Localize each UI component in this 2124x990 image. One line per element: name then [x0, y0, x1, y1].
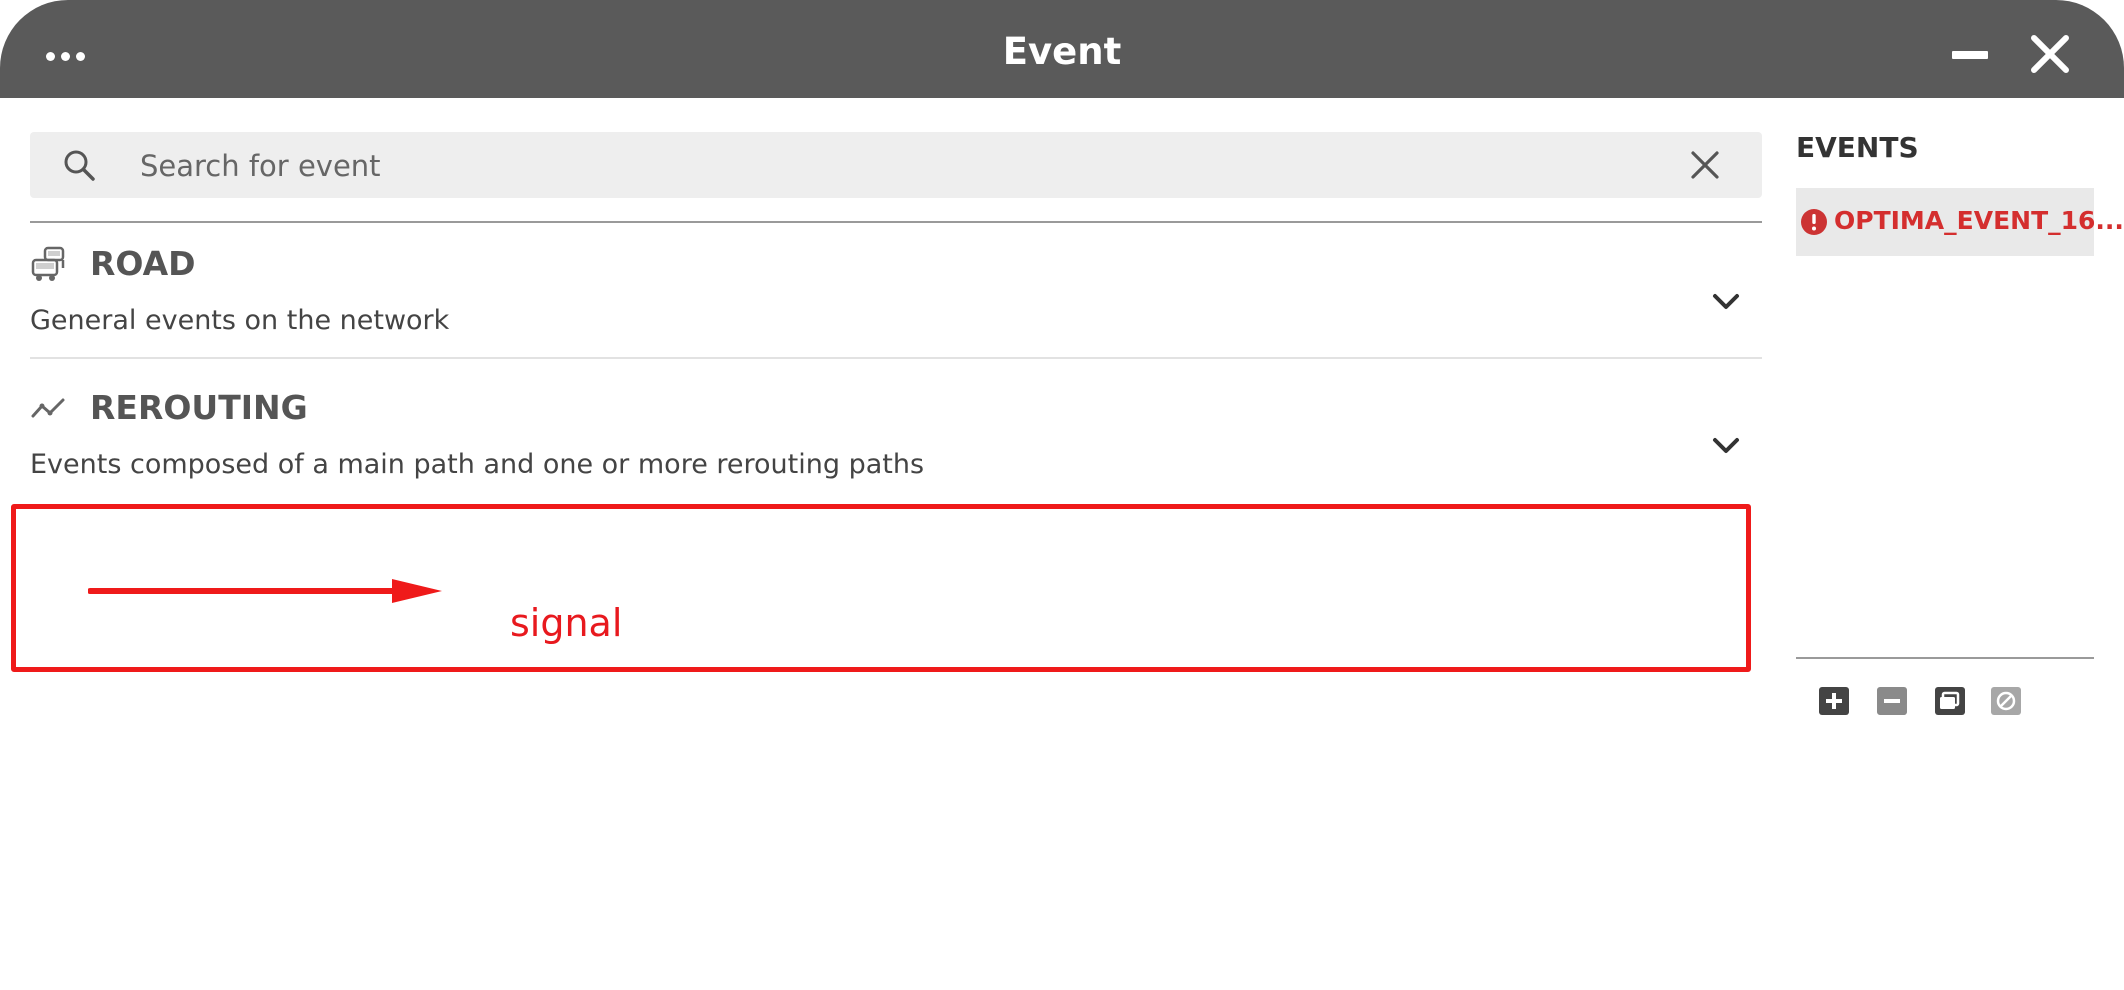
- category-title: REROUTING: [90, 388, 308, 427]
- event-list-item[interactable]: OPTIMA_EVENT_16...: [1796, 188, 2124, 256]
- remove-icon[interactable]: [1876, 686, 1908, 716]
- annotation-label: signal: [510, 601, 623, 645]
- search-icon: [60, 146, 100, 186]
- divider: [30, 221, 1762, 223]
- category-title: ROAD: [90, 244, 196, 283]
- divider: [30, 357, 1762, 359]
- events-panel-header: EVENTS: [1796, 131, 1919, 164]
- copy-icon[interactable]: [1934, 686, 1966, 716]
- annotation-arrow-icon: [87, 576, 444, 606]
- disable-icon[interactable]: [1990, 686, 2022, 716]
- event-name: OPTIMA_EVENT_16...: [1834, 206, 2124, 235]
- clear-icon[interactable]: [1682, 142, 1728, 188]
- chevron-down-icon[interactable]: [1706, 426, 1746, 466]
- traffic-cars-icon: [30, 244, 68, 284]
- divider: [1796, 657, 2094, 659]
- close-icon[interactable]: [2024, 28, 2076, 80]
- event-window: Event Search for event ROAD General even…: [0, 0, 2124, 990]
- title-bar: Event: [0, 0, 2124, 98]
- search-input[interactable]: [138, 140, 1662, 192]
- chevron-down-icon[interactable]: [1706, 282, 1746, 322]
- minimize-icon[interactable]: [1946, 30, 1994, 78]
- search-bar: [30, 132, 1762, 198]
- alert-circle-icon: [1800, 208, 1828, 236]
- window-title: Event: [1002, 30, 1122, 73]
- route-line-icon: [30, 388, 68, 428]
- category-rerouting[interactable]: REROUTING Events composed of a main path…: [30, 382, 1762, 500]
- add-icon[interactable]: [1818, 686, 1850, 716]
- category-road[interactable]: ROAD General events on the network: [30, 238, 1762, 356]
- category-description: General events on the network: [30, 305, 450, 336]
- category-description: Events composed of a main path and one o…: [30, 449, 925, 480]
